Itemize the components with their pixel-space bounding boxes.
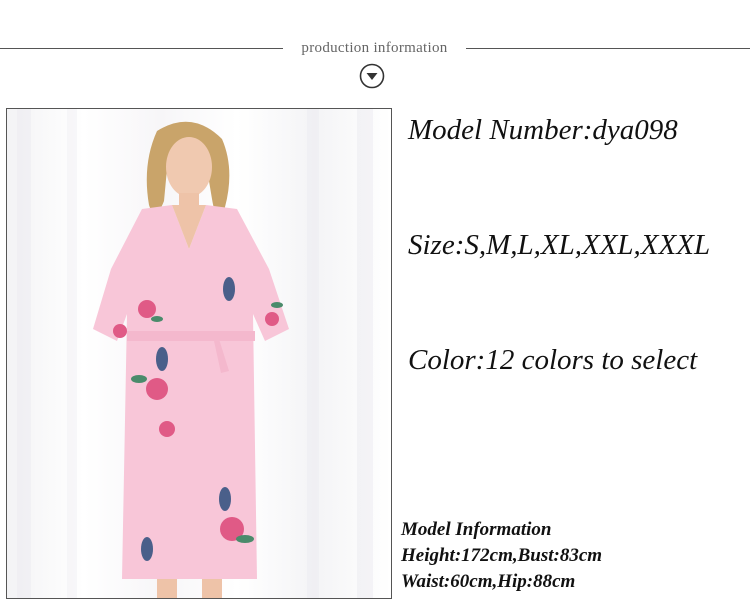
model-height-bust: Height:172cm,Bust:83cm xyxy=(401,545,603,566)
chevron-down-circle-icon xyxy=(359,63,385,89)
model-number-text: Model Number:dya098 xyxy=(408,114,678,146)
model-photo xyxy=(6,108,392,599)
model-info-heading: Model Information xyxy=(401,519,552,540)
header-divider-right xyxy=(466,48,750,49)
section-title: production information xyxy=(301,40,448,56)
color-text: Color:12 colors to select xyxy=(408,344,698,376)
header-divider-left xyxy=(0,48,283,49)
size-text: Size:S,M,L,XL,XXL,XXXL xyxy=(408,229,711,261)
model-waist-hip: Waist:60cm,Hip:88cm xyxy=(401,571,576,592)
model-information: Model Information Height:172cm,Bust:83cm… xyxy=(401,517,741,595)
